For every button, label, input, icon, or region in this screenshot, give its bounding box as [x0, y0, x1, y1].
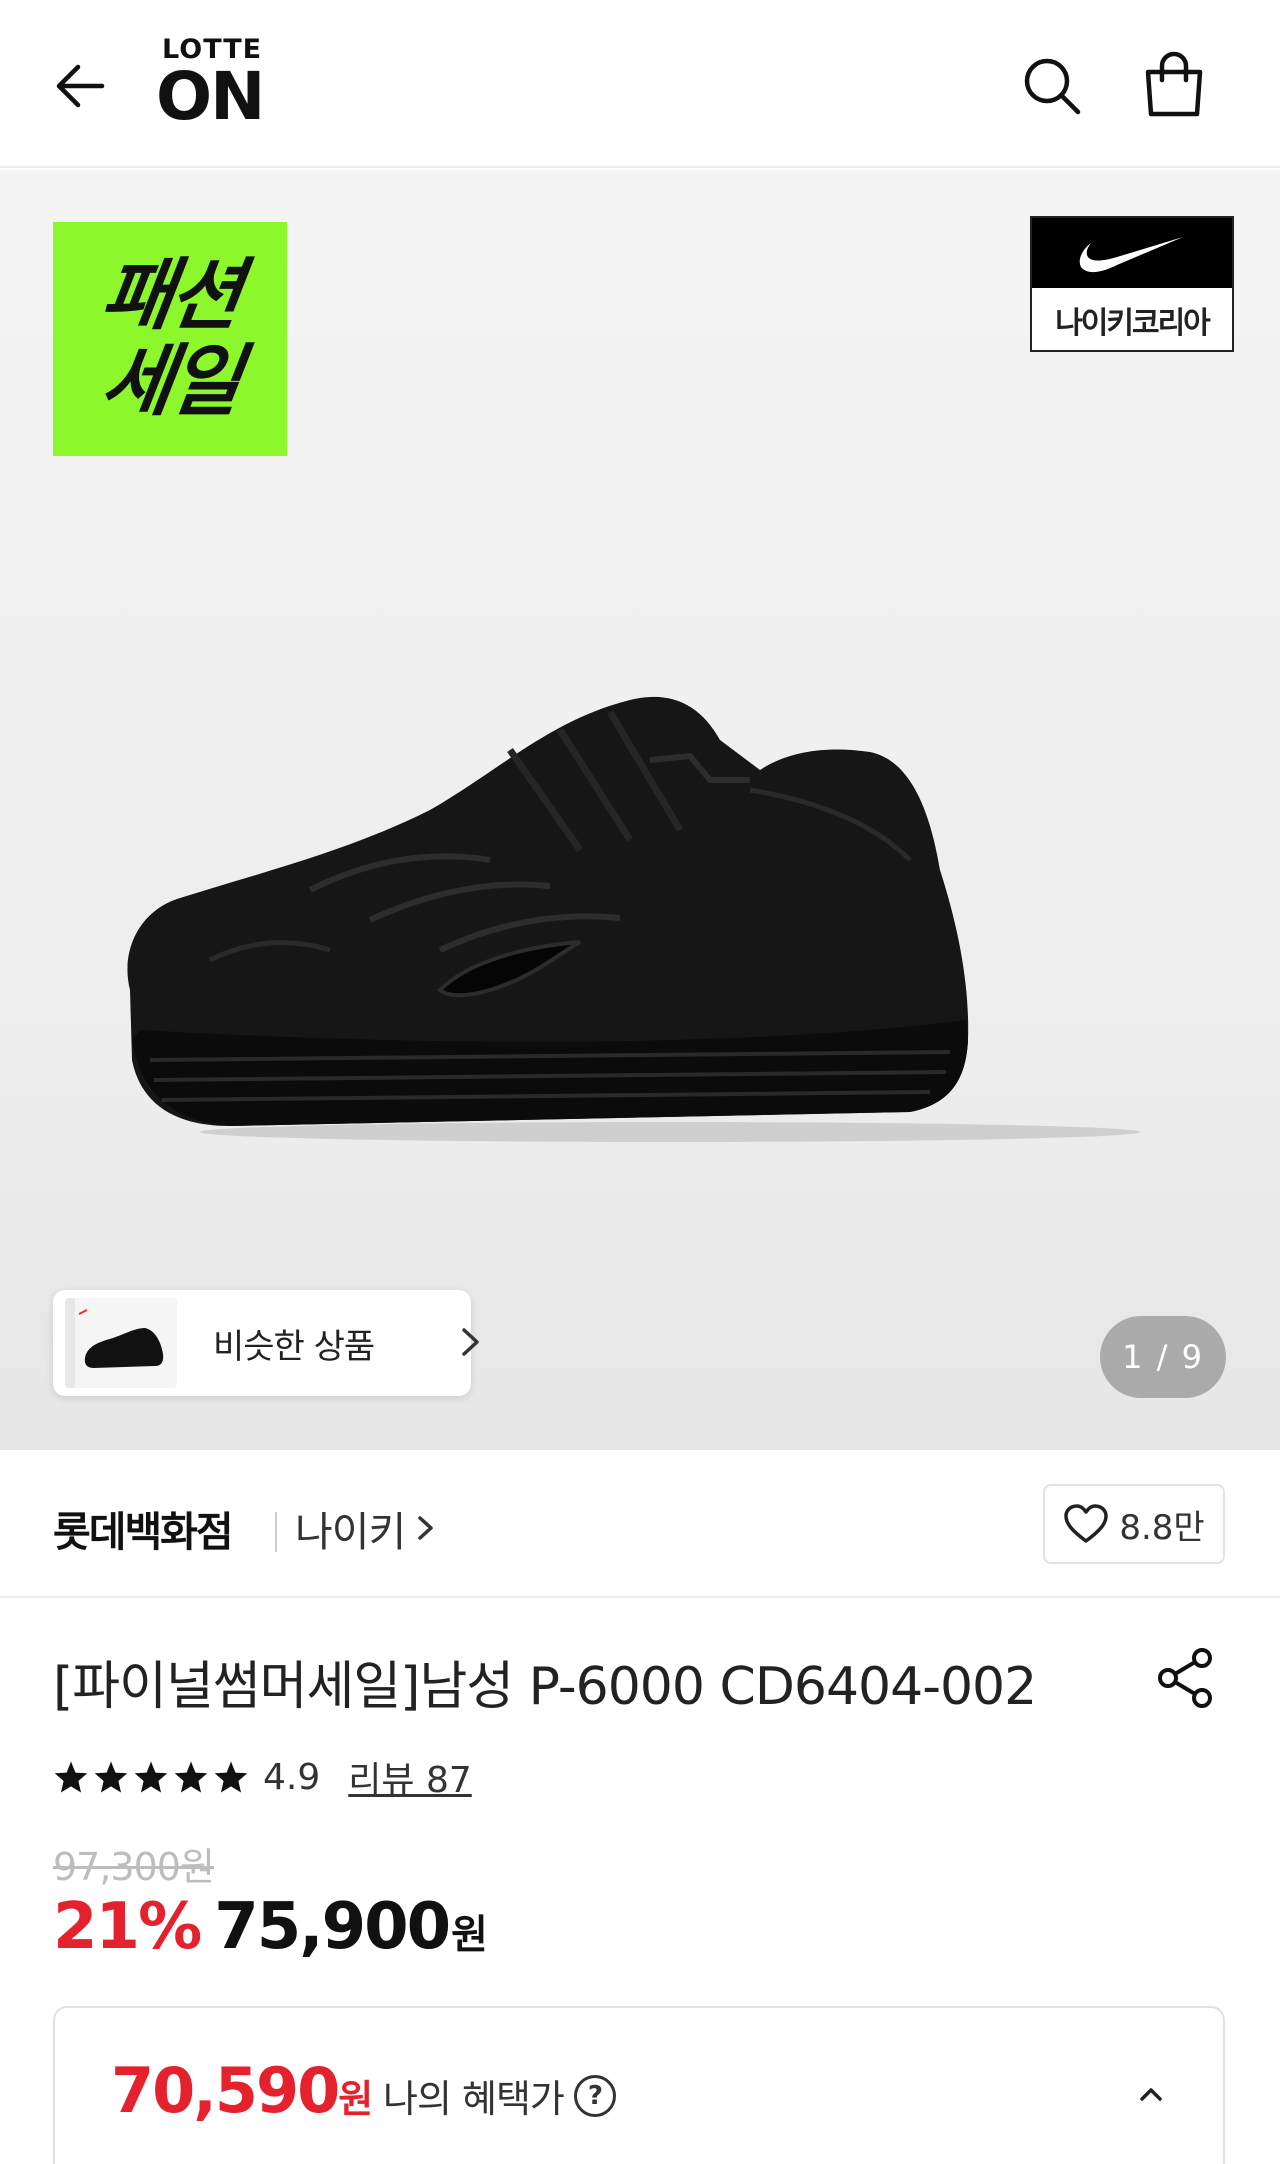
chevron-up-icon [1140, 2088, 1162, 2101]
discount-rate: 21% [53, 1890, 202, 1964]
chevron-right-icon [462, 1328, 479, 1356]
search-button[interactable] [1016, 50, 1088, 122]
brand-link[interactable]: 나이키 [295, 1498, 437, 1558]
share-icon [1158, 1648, 1212, 1708]
cart-button[interactable] [1138, 48, 1210, 122]
sale-badge-line1: 패션 [95, 251, 245, 341]
product-shoe-image [127, 696, 1140, 1142]
store-divider [275, 1512, 277, 1552]
star-icon [94, 1761, 128, 1793]
back-button[interactable] [44, 50, 116, 122]
review-link[interactable]: 리뷰 87 [348, 1751, 472, 1803]
benefit-price-currency: 원 [338, 2077, 373, 2121]
nike-swoosh-icon [1079, 237, 1183, 273]
wishlist-button[interactable]: 8.8만 [1043, 1484, 1225, 1564]
top-header: LOTTE ON [0, 0, 1280, 168]
image-page-indicator: 1 / 9 [1100, 1316, 1226, 1398]
back-arrow-icon [56, 64, 105, 108]
logo-main-text: ON [156, 58, 265, 135]
star-icon [174, 1761, 208, 1793]
help-icon[interactable]: ? [573, 2074, 616, 2117]
star-rating [53, 1760, 249, 1794]
fashion-sale-badge: 패션 세일 [53, 222, 287, 456]
collapse-button[interactable] [1121, 2064, 1181, 2124]
chevron-right-icon [418, 1516, 433, 1540]
star-icon [214, 1761, 248, 1793]
store-info-row: 롯데백화점 나이키 8.8만 [0, 1450, 1280, 1598]
like-count: 8.8만 [1119, 1507, 1205, 1548]
brand-link-label: 나이키 [295, 1508, 406, 1556]
sale-price-currency: 원 [451, 1912, 488, 1958]
my-benefit-price-box[interactable]: 70,590원 나의 혜택가 ? [53, 2006, 1225, 2164]
benefit-label-text: 나의 혜택가 [383, 2077, 565, 2121]
benefit-price-value: 70,590 [111, 2054, 340, 2127]
sale-price: 75,900 [214, 1890, 451, 1964]
similar-products-button[interactable]: 비슷한 상품 [53, 1290, 479, 1396]
shopping-bag-icon [1145, 51, 1203, 117]
brand-badge-name: 나이키코리아 [1055, 306, 1211, 341]
sale-badge-line2: 세일 [95, 337, 245, 427]
store-name[interactable]: 롯데백화점 [53, 1498, 234, 1558]
similar-product-thumbnail [65, 1298, 177, 1388]
similar-shoe-thumb [65, 1298, 164, 1388]
share-button[interactable] [1148, 1640, 1224, 1716]
benefit-label: 나의 혜택가 ? [383, 2068, 616, 2123]
benefit-price: 70,590원 [111, 2054, 373, 2127]
heart-icon [1064, 1504, 1109, 1543]
product-title: [파이널썸머세일]남성 P-6000 CD6404-002 [53, 1657, 1037, 1717]
product-image-carousel[interactable]: 패션 세일 나이키코리아 비슷한 상품 1 / 9 [0, 170, 1280, 1450]
lotte-on-logo[interactable]: LOTTE ON [156, 34, 276, 135]
swoosh-logo-box [1032, 218, 1232, 288]
price-row: 21% 75,900 원 [53, 1890, 488, 1970]
rating-value: 4.9 [263, 1756, 321, 1798]
brand-badge: 나이키코리아 [1030, 216, 1234, 352]
rating-row: 4.9 리뷰 87 [53, 1752, 472, 1802]
similar-products-label: 비슷한 상품 [213, 1326, 375, 1367]
star-icon [134, 1761, 168, 1793]
search-icon [1024, 58, 1081, 115]
star-icon [54, 1761, 88, 1793]
original-price: 97,300원 [53, 1845, 215, 1889]
